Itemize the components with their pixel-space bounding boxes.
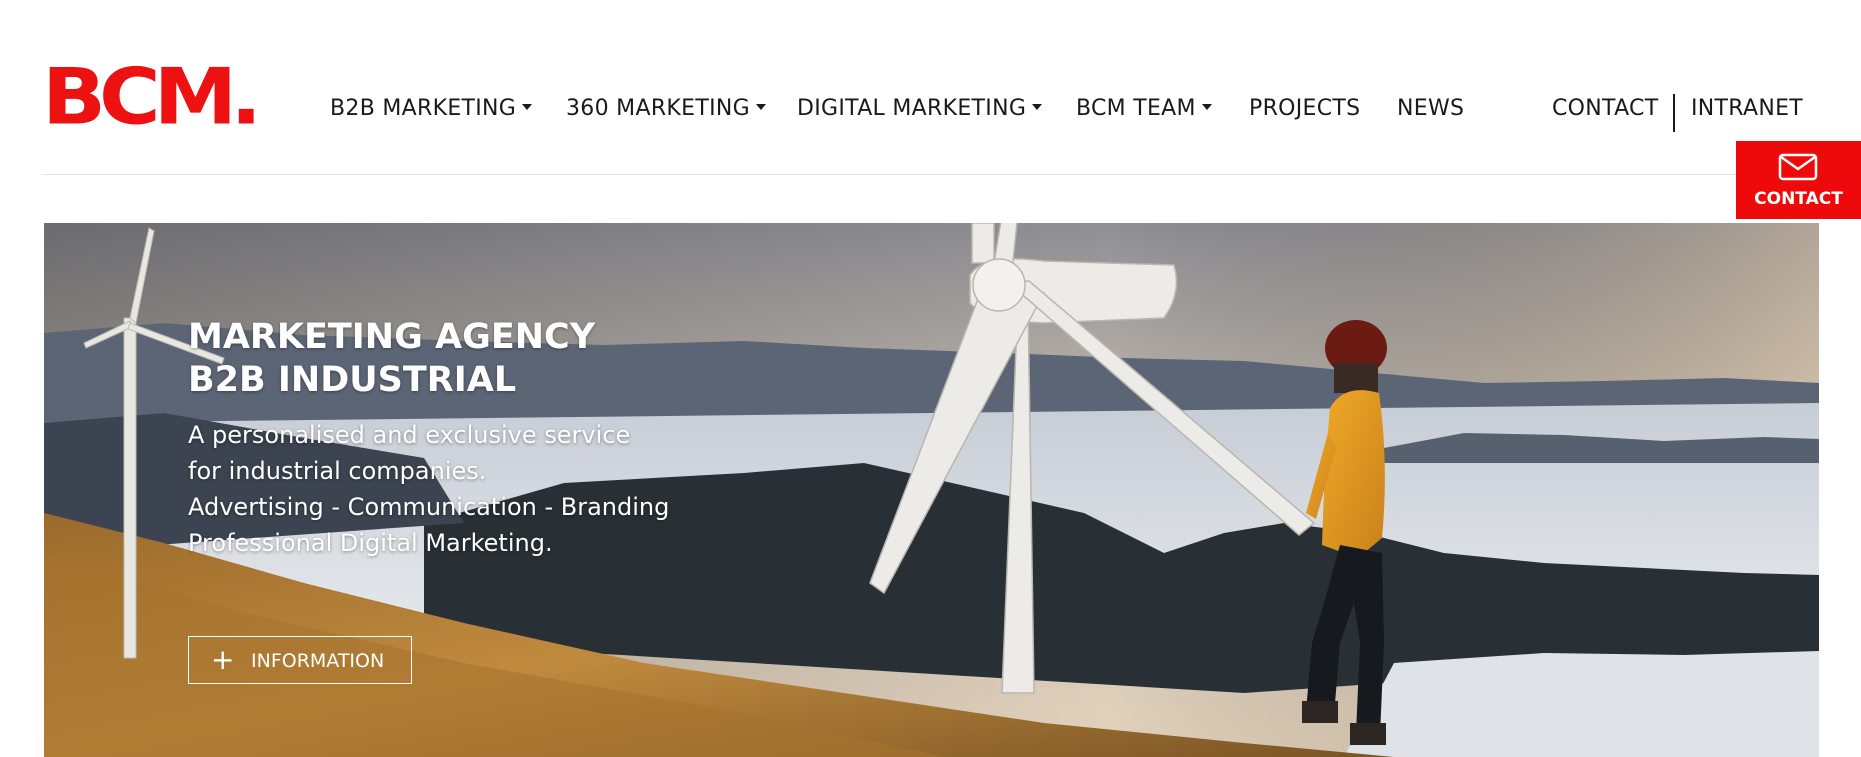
- hero-banner: MARKETING AGENCY B2B INDUSTRIAL A person…: [44, 223, 1819, 757]
- bcm-logo[interactable]: BCM.: [42, 58, 262, 135]
- hero-subtitle-line: Professional Digital Marketing.: [188, 529, 553, 557]
- chevron-down-icon: [755, 104, 766, 110]
- nav-item-contact[interactable]: CONTACT: [1552, 96, 1658, 121]
- nav-item-360-marketing[interactable]: 360 MARKETING: [566, 96, 766, 121]
- nav-item-label: DIGITAL MARKETING: [797, 96, 1027, 121]
- hero-subtitle-line: A personalised and exclusive service: [188, 421, 631, 449]
- nav-item-label: B2B MARKETING: [330, 96, 517, 121]
- header-divider: [42, 174, 1820, 175]
- chevron-down-icon: [1201, 104, 1212, 110]
- nav-item-bcm-team[interactable]: BCM TEAM: [1076, 96, 1212, 121]
- nav-item-projects[interactable]: PROJECTS: [1249, 96, 1360, 121]
- floating-contact-label: CONTACT: [1754, 189, 1843, 209]
- nav-item-label: CONTACT: [1552, 96, 1659, 121]
- floating-contact-button[interactable]: CONTACT: [1736, 141, 1861, 219]
- nav-item-label: NEWS: [1397, 96, 1465, 121]
- nav-item-label: INTRANET: [1691, 96, 1804, 121]
- nav-item-label: BCM TEAM: [1076, 96, 1196, 121]
- nav-item-label: 360 MARKETING: [566, 96, 750, 121]
- hero-title-line: MARKETING AGENCY: [188, 317, 596, 357]
- information-button-label: INFORMATION: [251, 650, 385, 672]
- information-button[interactable]: + INFORMATION: [188, 636, 412, 684]
- chevron-down-icon: [1032, 104, 1043, 110]
- hero-title-line: B2B INDUSTRIAL: [188, 360, 517, 400]
- nav-item-news[interactable]: NEWS: [1397, 96, 1464, 121]
- nav-item-b2b-marketing[interactable]: B2B MARKETING: [330, 96, 533, 121]
- nav-item-digital-marketing[interactable]: DIGITAL MARKETING: [797, 96, 1043, 121]
- chevron-down-icon: [522, 104, 533, 110]
- hero-subtitle-line: for industrial companies.: [188, 457, 487, 485]
- nav-divider: [1673, 94, 1675, 132]
- plus-icon: +: [211, 643, 235, 676]
- hero-title: MARKETING AGENCY B2B INDUSTRIAL: [188, 316, 595, 402]
- site-header: BCM. B2B MARKETING 360 MARKETING DIGITAL…: [0, 0, 1861, 176]
- nav-item-label: PROJECTS: [1249, 96, 1361, 121]
- hero-subtitle: A personalised and exclusive service for…: [188, 417, 669, 561]
- nav-item-intranet[interactable]: INTRANET: [1691, 96, 1803, 121]
- hero-subtitle-line: Advertising - Communication - Branding: [188, 493, 670, 521]
- envelope-icon: [1778, 153, 1818, 181]
